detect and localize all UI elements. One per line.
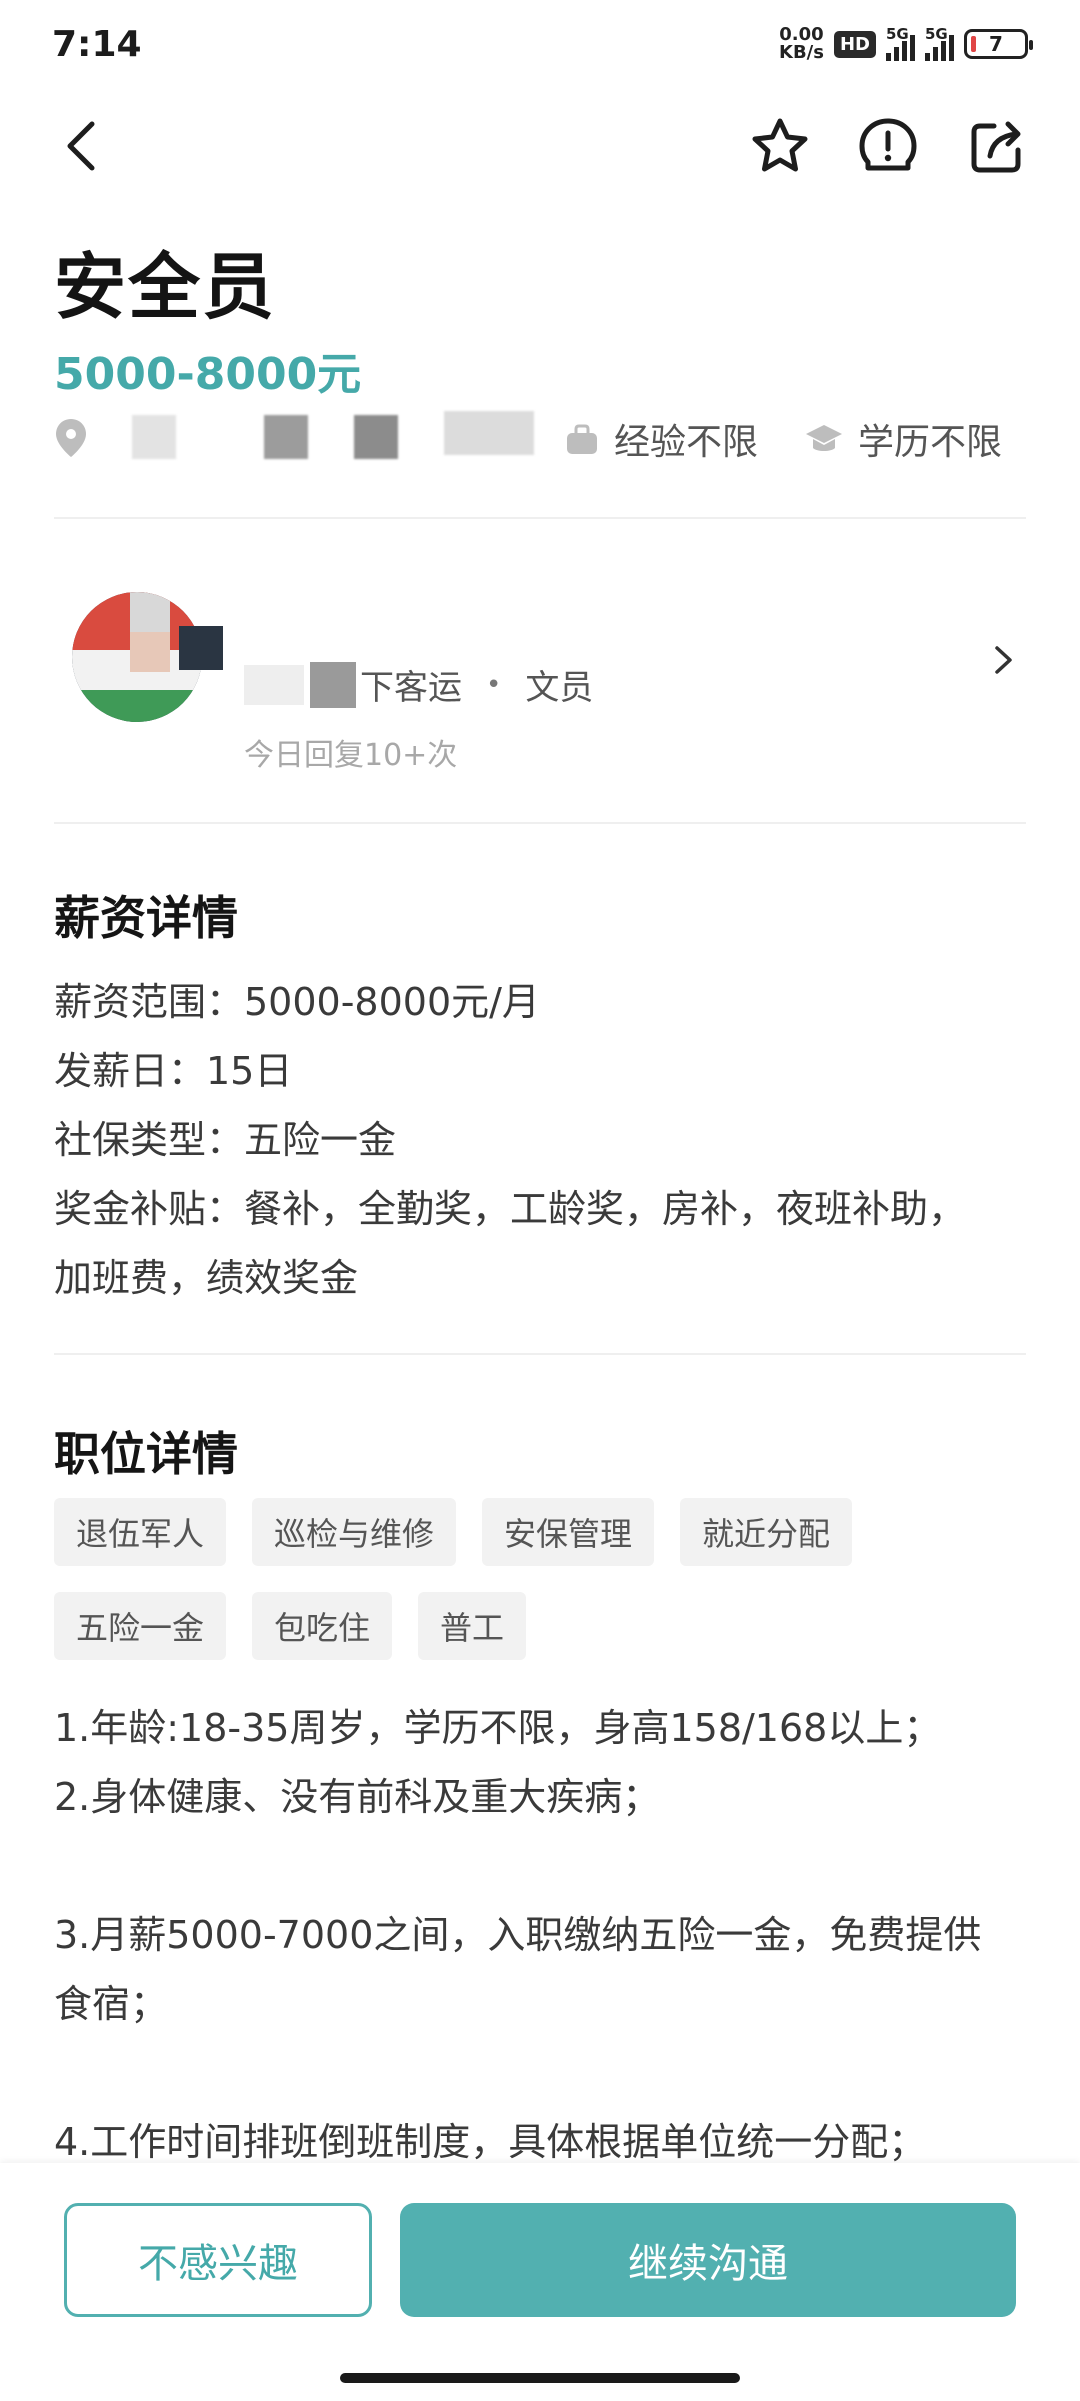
job-title: 安全员 (54, 245, 277, 329)
salary-details: 薪资范围：5000-8000元/月 发薪日：15日 社保类型：五险一金 奖金补贴… (54, 968, 1044, 1313)
job-meta-row: 经验不限 学历不限 (54, 405, 1034, 475)
status-bar: 7:14 0.00 KB/s HD 5G 5G 7 (0, 0, 1080, 96)
network-speed: 0.00 KB/s (779, 26, 824, 62)
warning-icon (859, 118, 917, 171)
location-icon (56, 419, 86, 457)
name-redacted (310, 661, 356, 708)
recruiter-role: 文员 (525, 668, 594, 708)
hd-voice-icon: HD (833, 30, 876, 58)
tag: 五险一金 (54, 1592, 227, 1660)
briefcase-icon (567, 424, 597, 454)
recruiter-info: 下客运 • 文员 (244, 660, 593, 709)
bonus-line-cont: 加班费，绩效奖金 (54, 1256, 359, 1300)
recruiter-company: 下客运 (360, 668, 462, 708)
job-description: 1.年龄:18-35周岁，学历不限，身高158/168以上； 2.身体健康、没有… (54, 1694, 1044, 2177)
signal-1-label: 5G (886, 25, 909, 43)
network-speed-unit: KB/s (779, 42, 824, 63)
description-line: 食宿； (54, 1982, 169, 2026)
experience-text: 经验不限 (614, 422, 759, 463)
continue-chat-button[interactable]: 继续沟通 (400, 2203, 1016, 2317)
favorite-button[interactable] (744, 110, 816, 182)
job-salary: 5000-8000元 (54, 349, 362, 400)
education-requirement: 学历不限 (804, 413, 1002, 465)
salary-section-title: 薪资详情 (54, 891, 238, 945)
tag: 退伍军人 (54, 1498, 227, 1566)
tag: 安保管理 (482, 1498, 655, 1566)
description-line: 3.月薪5000-7000之间，入职缴纳五险一金，免费提供 (54, 1913, 982, 1957)
signal-icon-2: 5G (925, 25, 954, 61)
back-arrow-icon (67, 121, 95, 171)
graduation-cap-icon (806, 425, 842, 451)
experience-requirement: 经验不限 (564, 413, 758, 465)
battery-icon: 7 (964, 29, 1033, 59)
description-line: 2.身体健康、没有前科及重大疾病； (54, 1775, 661, 1819)
signal-icon: 5G (886, 25, 915, 61)
status-icons: 0.00 KB/s HD 5G 5G 7 (779, 25, 1033, 62)
name-redacted (244, 664, 304, 705)
position-section-title: 职位详情 (54, 1427, 238, 1481)
tag: 普工 (418, 1592, 527, 1660)
payday-line: 发薪日：15日 (54, 1049, 293, 1093)
recruiter-card[interactable]: 下客运 • 文员 今日回复10+次 (54, 560, 1026, 790)
status-time: 7:14 (52, 24, 142, 65)
tag: 巡检与维修 (252, 1498, 457, 1566)
avatar-redacted (179, 626, 223, 670)
separator-dot: • (486, 669, 502, 700)
divider (54, 517, 1026, 519)
tag: 就近分配 (680, 1498, 853, 1566)
share-button[interactable] (960, 110, 1032, 182)
tag: 包吃住 (252, 1592, 393, 1660)
back-button[interactable] (46, 110, 118, 182)
location-redacted (132, 415, 176, 459)
social-insurance-line: 社保类型：五险一金 (54, 1118, 397, 1162)
education-text: 学历不限 (858, 422, 1003, 463)
position-tags: 退伍军人 巡检与维修 安保管理 就近分配 五险一金 包吃住 普工 (54, 1498, 1034, 1660)
bottom-action-bar: 不感兴趣 继续沟通 (0, 2163, 1080, 2401)
recruiter-reply-stats: 今日回复10+次 (244, 738, 458, 773)
signal-2-label: 5G (925, 25, 948, 43)
chevron-right-icon (995, 646, 1012, 674)
bonus-line: 奖金补贴：餐补，全勤奖，工龄奖，房补，夜班补助， (54, 1187, 967, 1231)
not-interested-button[interactable]: 不感兴趣 (64, 2203, 372, 2317)
divider (54, 1353, 1026, 1355)
description-blank (54, 2039, 1044, 2108)
salary-range-line: 薪资范围：5000-8000元/月 (54, 980, 540, 1024)
location-redacted (264, 415, 308, 459)
share-icon (971, 121, 1021, 173)
description-blank (54, 1832, 1044, 1901)
location-redacted (354, 415, 398, 459)
location-redacted (444, 411, 534, 455)
report-button[interactable] (852, 110, 924, 182)
description-line: 1.年龄:18-35周岁，学历不限，身高158/168以上； (54, 1706, 942, 1750)
home-indicator[interactable] (340, 2373, 740, 2383)
battery-level: 7 (989, 32, 1003, 56)
star-icon (752, 118, 808, 172)
top-nav-bar (0, 110, 1080, 210)
divider (54, 822, 1026, 824)
